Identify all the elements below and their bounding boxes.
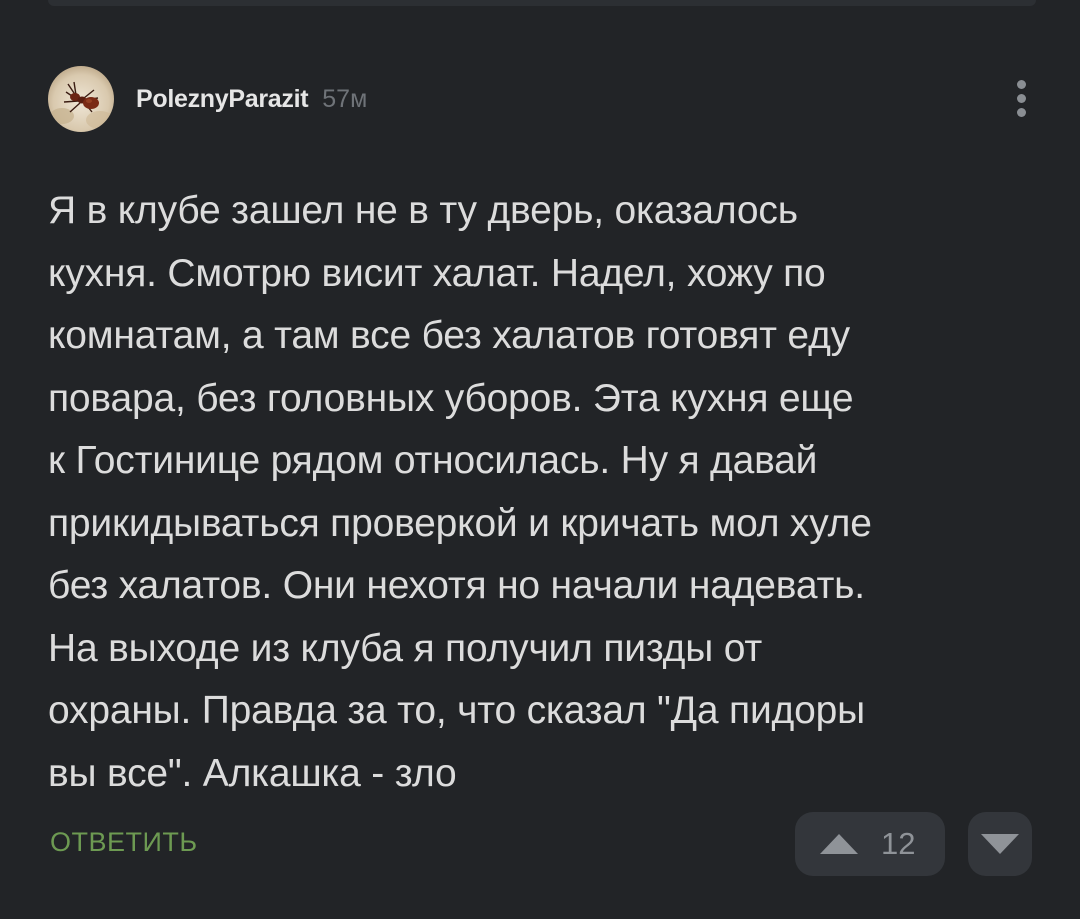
avatar[interactable] [48, 66, 114, 132]
more-vertical-icon [1016, 79, 1026, 89]
author-name[interactable]: PoleznyParazit [136, 85, 309, 114]
downvote-button[interactable] [968, 812, 1032, 876]
reply-button[interactable]: ОТВЕТИТЬ [50, 827, 198, 858]
more-options-button[interactable] [1006, 76, 1036, 120]
triangle-up-icon [820, 834, 858, 854]
rating-count: 12 [881, 826, 916, 861]
triangle-down-icon [981, 834, 1019, 854]
comment-timestamp: 57м [322, 84, 368, 113]
upvote-button[interactable]: 12 [795, 812, 945, 876]
top-divider [48, 0, 1036, 6]
comment-header: PoleznyParazit 57м [48, 66, 367, 132]
avatar-ant-image [48, 66, 114, 132]
comment-text: Я в клубе зашел не в ту дверь, оказалось… [48, 189, 872, 795]
